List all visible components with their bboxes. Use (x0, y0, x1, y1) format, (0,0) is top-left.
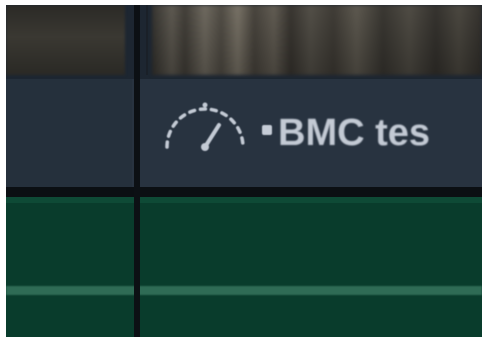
speedometer-icon[interactable] (159, 101, 251, 153)
track-separator (6, 187, 482, 197)
timeline-viewport: BMC tes (6, 5, 482, 337)
clip-header-left[interactable] (6, 79, 132, 187)
thumbnail-divider (146, 5, 148, 75)
marker-dot-icon (262, 125, 272, 135)
clip-thumbnail[interactable] (152, 5, 482, 75)
clip-thumbnail-left (6, 5, 125, 75)
clip-title[interactable]: BMC tes (278, 109, 430, 157)
audio-track[interactable] (6, 197, 482, 337)
audio-waveform-line (6, 286, 482, 295)
playhead-line[interactable] (134, 5, 140, 337)
audio-track-top-edge (6, 197, 482, 203)
